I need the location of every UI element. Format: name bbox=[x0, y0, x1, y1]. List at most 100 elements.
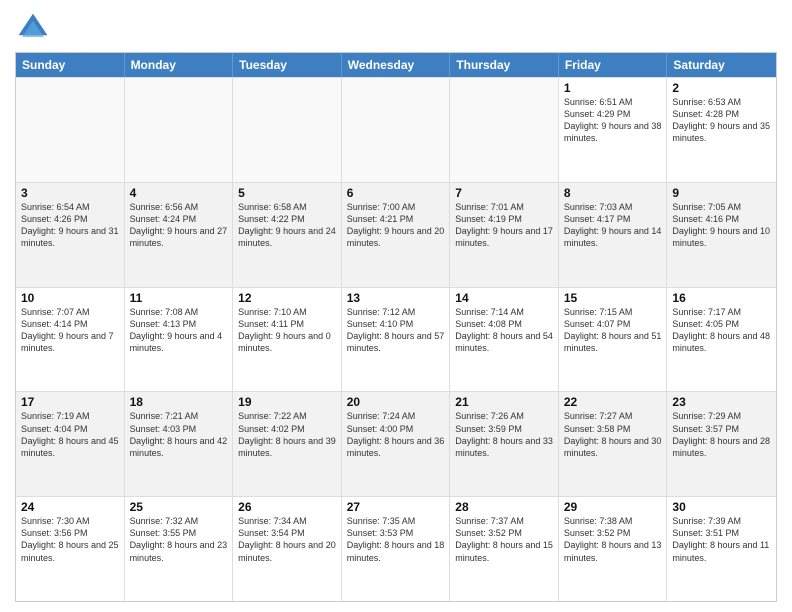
day-number: 11 bbox=[130, 291, 228, 305]
calendar-cell bbox=[16, 78, 125, 182]
day-info: Sunrise: 7:21 AM Sunset: 4:03 PM Dayligh… bbox=[130, 410, 228, 459]
calendar-cell: 26Sunrise: 7:34 AM Sunset: 3:54 PM Dayli… bbox=[233, 497, 342, 601]
calendar-cell: 19Sunrise: 7:22 AM Sunset: 4:02 PM Dayli… bbox=[233, 392, 342, 496]
day-info: Sunrise: 7:24 AM Sunset: 4:00 PM Dayligh… bbox=[347, 410, 445, 459]
calendar-cell: 30Sunrise: 7:39 AM Sunset: 3:51 PM Dayli… bbox=[667, 497, 776, 601]
calendar-cell: 27Sunrise: 7:35 AM Sunset: 3:53 PM Dayli… bbox=[342, 497, 451, 601]
calendar-cell: 6Sunrise: 7:00 AM Sunset: 4:21 PM Daylig… bbox=[342, 183, 451, 287]
page: SundayMondayTuesdayWednesdayThursdayFrid… bbox=[0, 0, 792, 612]
day-info: Sunrise: 7:22 AM Sunset: 4:02 PM Dayligh… bbox=[238, 410, 336, 459]
calendar-cell: 11Sunrise: 7:08 AM Sunset: 4:13 PM Dayli… bbox=[125, 288, 234, 392]
header-cell-thursday: Thursday bbox=[450, 53, 559, 77]
day-number: 3 bbox=[21, 186, 119, 200]
day-number: 29 bbox=[564, 500, 662, 514]
day-info: Sunrise: 7:39 AM Sunset: 3:51 PM Dayligh… bbox=[672, 515, 771, 564]
calendar-cell: 9Sunrise: 7:05 AM Sunset: 4:16 PM Daylig… bbox=[667, 183, 776, 287]
day-number: 23 bbox=[672, 395, 771, 409]
day-number: 14 bbox=[455, 291, 553, 305]
calendar-cell bbox=[125, 78, 234, 182]
day-info: Sunrise: 7:05 AM Sunset: 4:16 PM Dayligh… bbox=[672, 201, 771, 250]
calendar-cell: 4Sunrise: 6:56 AM Sunset: 4:24 PM Daylig… bbox=[125, 183, 234, 287]
calendar-cell: 2Sunrise: 6:53 AM Sunset: 4:28 PM Daylig… bbox=[667, 78, 776, 182]
calendar-cell: 28Sunrise: 7:37 AM Sunset: 3:52 PM Dayli… bbox=[450, 497, 559, 601]
calendar-cell: 7Sunrise: 7:01 AM Sunset: 4:19 PM Daylig… bbox=[450, 183, 559, 287]
day-number: 20 bbox=[347, 395, 445, 409]
day-info: Sunrise: 6:54 AM Sunset: 4:26 PM Dayligh… bbox=[21, 201, 119, 250]
day-number: 12 bbox=[238, 291, 336, 305]
calendar-cell: 24Sunrise: 7:30 AM Sunset: 3:56 PM Dayli… bbox=[16, 497, 125, 601]
day-info: Sunrise: 7:01 AM Sunset: 4:19 PM Dayligh… bbox=[455, 201, 553, 250]
day-number: 15 bbox=[564, 291, 662, 305]
calendar-cell: 1Sunrise: 6:51 AM Sunset: 4:29 PM Daylig… bbox=[559, 78, 668, 182]
calendar-cell: 18Sunrise: 7:21 AM Sunset: 4:03 PM Dayli… bbox=[125, 392, 234, 496]
calendar-row-4: 24Sunrise: 7:30 AM Sunset: 3:56 PM Dayli… bbox=[16, 496, 776, 601]
day-number: 25 bbox=[130, 500, 228, 514]
day-number: 1 bbox=[564, 81, 662, 95]
day-info: Sunrise: 7:10 AM Sunset: 4:11 PM Dayligh… bbox=[238, 306, 336, 355]
calendar-cell bbox=[450, 78, 559, 182]
day-number: 10 bbox=[21, 291, 119, 305]
day-info: Sunrise: 7:38 AM Sunset: 3:52 PM Dayligh… bbox=[564, 515, 662, 564]
calendar: SundayMondayTuesdayWednesdayThursdayFrid… bbox=[15, 52, 777, 602]
logo bbox=[15, 10, 55, 46]
header-cell-wednesday: Wednesday bbox=[342, 53, 451, 77]
day-info: Sunrise: 7:00 AM Sunset: 4:21 PM Dayligh… bbox=[347, 201, 445, 250]
day-number: 5 bbox=[238, 186, 336, 200]
day-info: Sunrise: 6:51 AM Sunset: 4:29 PM Dayligh… bbox=[564, 96, 662, 145]
calendar-cell: 29Sunrise: 7:38 AM Sunset: 3:52 PM Dayli… bbox=[559, 497, 668, 601]
day-info: Sunrise: 7:29 AM Sunset: 3:57 PM Dayligh… bbox=[672, 410, 771, 459]
day-info: Sunrise: 6:56 AM Sunset: 4:24 PM Dayligh… bbox=[130, 201, 228, 250]
header-cell-monday: Monday bbox=[125, 53, 234, 77]
day-number: 18 bbox=[130, 395, 228, 409]
header-cell-tuesday: Tuesday bbox=[233, 53, 342, 77]
logo-icon bbox=[15, 10, 51, 46]
day-number: 4 bbox=[130, 186, 228, 200]
day-info: Sunrise: 7:14 AM Sunset: 4:08 PM Dayligh… bbox=[455, 306, 553, 355]
day-number: 26 bbox=[238, 500, 336, 514]
day-info: Sunrise: 7:37 AM Sunset: 3:52 PM Dayligh… bbox=[455, 515, 553, 564]
calendar-cell: 13Sunrise: 7:12 AM Sunset: 4:10 PM Dayli… bbox=[342, 288, 451, 392]
day-number: 13 bbox=[347, 291, 445, 305]
day-info: Sunrise: 7:30 AM Sunset: 3:56 PM Dayligh… bbox=[21, 515, 119, 564]
day-number: 27 bbox=[347, 500, 445, 514]
day-info: Sunrise: 7:32 AM Sunset: 3:55 PM Dayligh… bbox=[130, 515, 228, 564]
calendar-cell bbox=[233, 78, 342, 182]
calendar-cell: 21Sunrise: 7:26 AM Sunset: 3:59 PM Dayli… bbox=[450, 392, 559, 496]
day-info: Sunrise: 7:08 AM Sunset: 4:13 PM Dayligh… bbox=[130, 306, 228, 355]
day-info: Sunrise: 7:27 AM Sunset: 3:58 PM Dayligh… bbox=[564, 410, 662, 459]
day-info: Sunrise: 7:07 AM Sunset: 4:14 PM Dayligh… bbox=[21, 306, 119, 355]
day-number: 24 bbox=[21, 500, 119, 514]
calendar-cell: 25Sunrise: 7:32 AM Sunset: 3:55 PM Dayli… bbox=[125, 497, 234, 601]
calendar-cell: 16Sunrise: 7:17 AM Sunset: 4:05 PM Dayli… bbox=[667, 288, 776, 392]
day-number: 28 bbox=[455, 500, 553, 514]
day-info: Sunrise: 7:17 AM Sunset: 4:05 PM Dayligh… bbox=[672, 306, 771, 355]
calendar-row-2: 10Sunrise: 7:07 AM Sunset: 4:14 PM Dayli… bbox=[16, 287, 776, 392]
day-info: Sunrise: 7:12 AM Sunset: 4:10 PM Dayligh… bbox=[347, 306, 445, 355]
day-info: Sunrise: 6:53 AM Sunset: 4:28 PM Dayligh… bbox=[672, 96, 771, 145]
calendar-cell: 15Sunrise: 7:15 AM Sunset: 4:07 PM Dayli… bbox=[559, 288, 668, 392]
day-number: 30 bbox=[672, 500, 771, 514]
calendar-cell: 14Sunrise: 7:14 AM Sunset: 4:08 PM Dayli… bbox=[450, 288, 559, 392]
calendar-cell bbox=[342, 78, 451, 182]
header-cell-saturday: Saturday bbox=[667, 53, 776, 77]
header-cell-sunday: Sunday bbox=[16, 53, 125, 77]
calendar-row-0: 1Sunrise: 6:51 AM Sunset: 4:29 PM Daylig… bbox=[16, 77, 776, 182]
day-info: Sunrise: 7:19 AM Sunset: 4:04 PM Dayligh… bbox=[21, 410, 119, 459]
day-number: 16 bbox=[672, 291, 771, 305]
day-number: 2 bbox=[672, 81, 771, 95]
day-number: 6 bbox=[347, 186, 445, 200]
day-number: 21 bbox=[455, 395, 553, 409]
day-number: 17 bbox=[21, 395, 119, 409]
calendar-cell: 22Sunrise: 7:27 AM Sunset: 3:58 PM Dayli… bbox=[559, 392, 668, 496]
day-info: Sunrise: 7:34 AM Sunset: 3:54 PM Dayligh… bbox=[238, 515, 336, 564]
day-info: Sunrise: 7:35 AM Sunset: 3:53 PM Dayligh… bbox=[347, 515, 445, 564]
day-number: 8 bbox=[564, 186, 662, 200]
day-number: 19 bbox=[238, 395, 336, 409]
calendar-header: SundayMondayTuesdayWednesdayThursdayFrid… bbox=[16, 53, 776, 77]
header-cell-friday: Friday bbox=[559, 53, 668, 77]
calendar-cell: 12Sunrise: 7:10 AM Sunset: 4:11 PM Dayli… bbox=[233, 288, 342, 392]
day-number: 22 bbox=[564, 395, 662, 409]
calendar-cell: 5Sunrise: 6:58 AM Sunset: 4:22 PM Daylig… bbox=[233, 183, 342, 287]
calendar-body: 1Sunrise: 6:51 AM Sunset: 4:29 PM Daylig… bbox=[16, 77, 776, 601]
header bbox=[15, 10, 777, 46]
